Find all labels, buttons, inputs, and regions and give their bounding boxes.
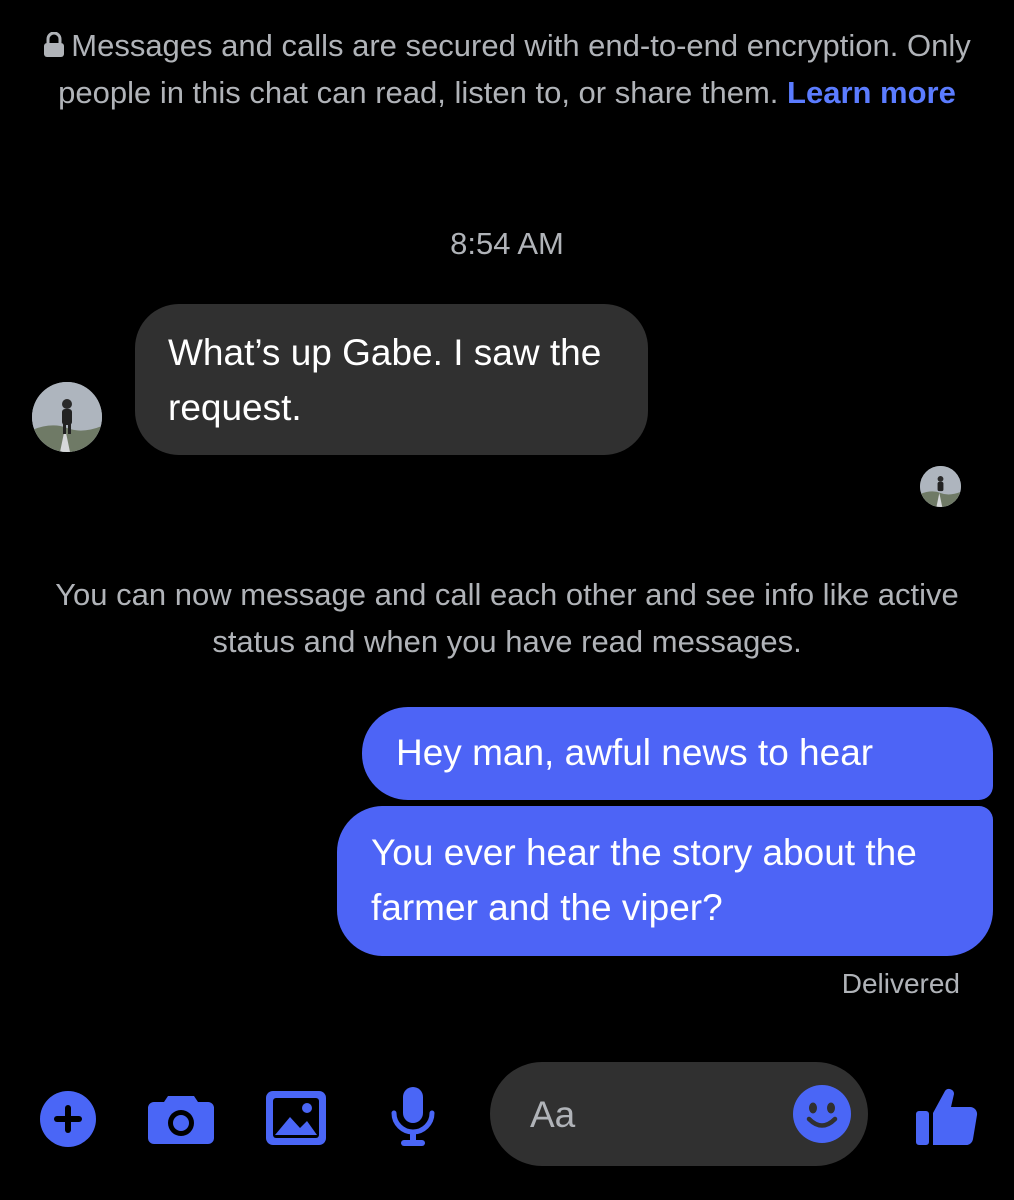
outgoing-message-bubble[interactable]: Hey man, awful news to hear (362, 707, 993, 800)
photo-icon[interactable] (266, 1091, 326, 1145)
learn-more-link[interactable]: Learn more (787, 75, 956, 110)
message-input[interactable] (528, 1062, 782, 1168)
smiley-icon[interactable] (792, 1084, 852, 1144)
contact-avatar[interactable] (32, 382, 102, 452)
message-timestamp: 8:54 AM (450, 226, 564, 261)
delivery-status: Delivered (841, 968, 960, 999)
camera-icon[interactable] (148, 1092, 214, 1144)
outgoing-message-bubble[interactable]: You ever hear the story about the farmer… (337, 806, 993, 956)
read-receipt-avatar (920, 466, 961, 507)
message-composer[interactable] (490, 1062, 868, 1168)
plus-icon[interactable] (40, 1091, 96, 1147)
microphone-icon[interactable] (389, 1087, 437, 1147)
incoming-message-bubble[interactable]: What’s up Gabe. I saw the request. (135, 304, 648, 455)
encryption-notice: Messages and calls are secured with end-… (40, 22, 974, 116)
lock-icon (43, 24, 65, 57)
thumbs-up-icon[interactable] (916, 1085, 978, 1147)
connection-notice: You can now message and call each other … (55, 577, 959, 659)
